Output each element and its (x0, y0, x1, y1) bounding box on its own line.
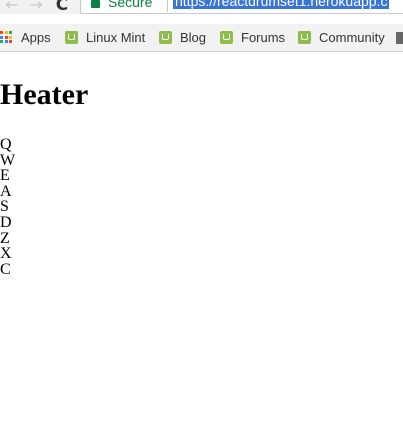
drum-pad-d[interactable]: D (0, 215, 15, 231)
forward-button[interactable]: → (26, 0, 46, 14)
secure-label: Secure (108, 0, 153, 10)
url-text[interactable]: https://reactdrumset1.herokuapp.c (173, 0, 390, 9)
drum-pad-e[interactable]: E (0, 168, 15, 184)
apps-grid-icon (0, 31, 12, 43)
reload-button[interactable]: C (52, 0, 72, 14)
drum-pad-z[interactable]: Z (0, 231, 15, 247)
bookmark-folder-icon[interactable] (396, 32, 403, 44)
drum-pad-q[interactable]: Q (0, 137, 15, 153)
linux-mint-icon (298, 30, 311, 44)
back-button[interactable]: ← (2, 0, 22, 14)
bookmark-label: Linux Mint (86, 29, 146, 45)
bookmark-blog[interactable]: Blog (159, 24, 206, 50)
linux-mint-icon (159, 30, 172, 44)
bookmark-community[interactable]: Community (298, 24, 385, 50)
linux-mint-icon (65, 30, 78, 44)
drum-pad-x[interactable]: X (0, 246, 15, 262)
bookmark-label: Community (319, 29, 385, 45)
drum-pad-s[interactable]: S (0, 199, 15, 215)
omnibox-separator (167, 0, 168, 12)
drum-pad-c[interactable]: C (0, 262, 15, 278)
bookmark-label: Blog (180, 29, 207, 45)
bookmark-label: Apps (21, 29, 51, 45)
drum-pads: Q W E A S D Z X C (0, 137, 15, 277)
omnibox[interactable]: Secure https://reactdrumset1.herokuapp.c (80, 0, 403, 14)
bookmark-apps[interactable]: Apps (0, 24, 51, 50)
bookmarks-bar: Apps Linux Mint Blog Forums Community (0, 24, 403, 52)
lock-icon (91, 0, 100, 8)
page-title: Heater (0, 78, 89, 111)
bookmark-linux-mint[interactable]: Linux Mint (65, 24, 145, 50)
drum-pad-w[interactable]: W (0, 153, 15, 169)
bookmark-forums[interactable]: Forums (220, 24, 285, 50)
bookmark-label: Forums (241, 29, 286, 45)
linux-mint-icon (220, 30, 233, 44)
drum-pad-a[interactable]: A (0, 184, 15, 200)
address-bar-row: ← → C Secure https://reactdrumset1.herok… (0, 0, 403, 14)
